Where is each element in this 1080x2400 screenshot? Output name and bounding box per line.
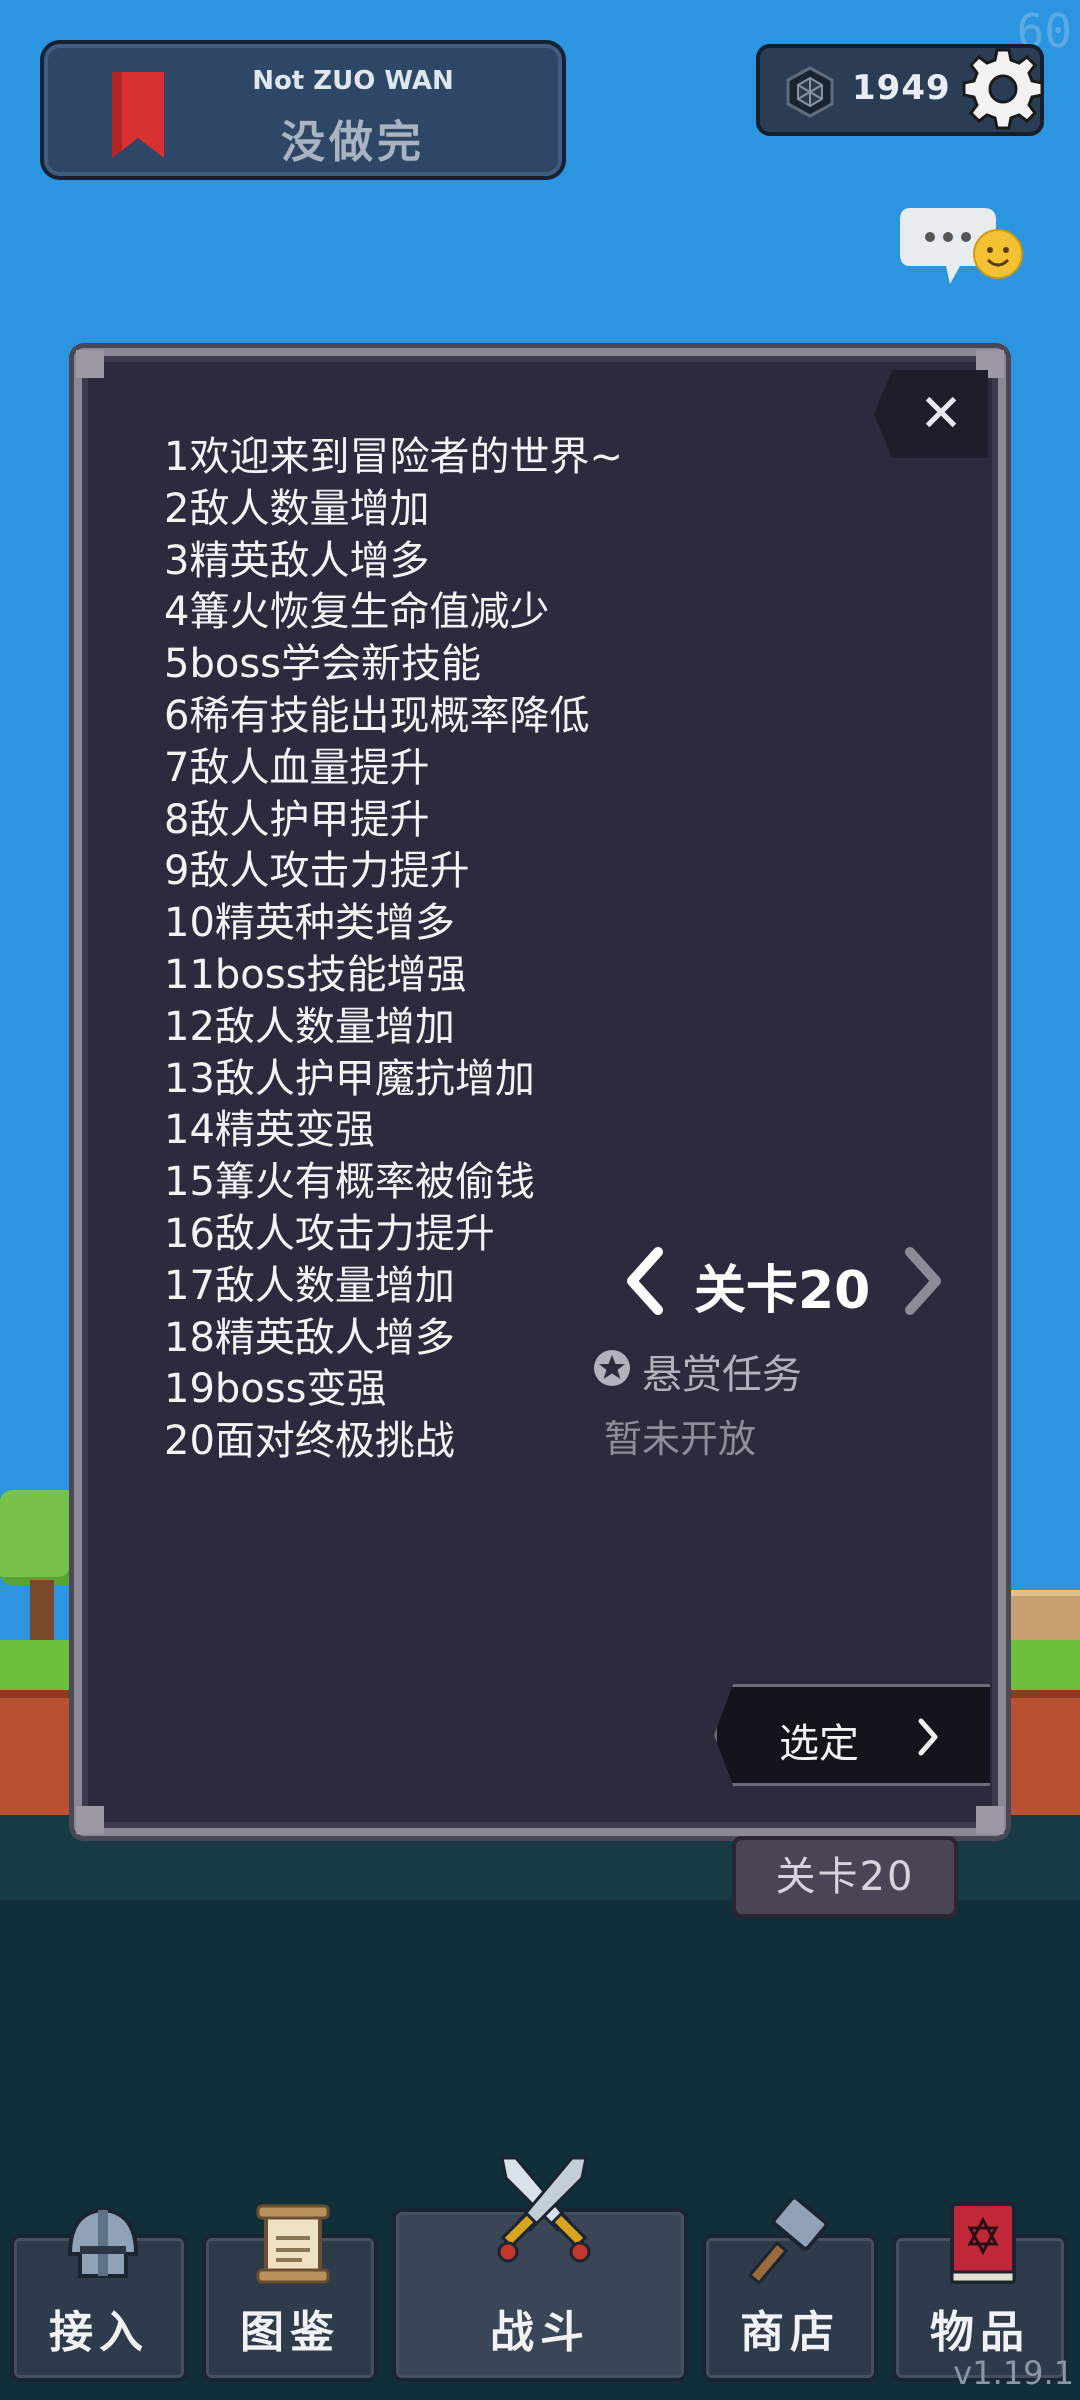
spellbook-icon <box>950 2202 1016 2284</box>
star-badge-icon <box>594 1350 630 1386</box>
rule-item: 15篝火有概率被偷钱 <box>164 1159 535 1206</box>
rule-item: 5boss学会新技能 <box>164 641 481 688</box>
rule-item: 13敌人护甲魔抗增加 <box>164 1055 535 1102</box>
helmet-icon <box>67 2207 139 2278</box>
bounty-task-label: 悬赏任务 <box>642 1352 802 1398</box>
rule-item: 2敌人数量增加 <box>164 485 430 532</box>
rule-item: 1欢迎来到冒险者的世界~ <box>164 434 623 480</box>
level-title: 关卡20 <box>694 1261 871 1321</box>
nav-item-battle[interactable]: 战斗 <box>392 2156 688 2382</box>
gem-icon <box>786 66 834 118</box>
save-slot-title: 没做完 <box>281 117 425 168</box>
panel-corner <box>76 1806 104 1834</box>
rule-item: 16敌人攻击力提升 <box>164 1210 495 1257</box>
bottom-navigation: 接入 图鉴 战斗 商店 物品 <box>0 2156 1080 2400</box>
bounty-task-row: 悬赏任务 <box>592 1340 892 1398</box>
chat-bubble-icon[interactable] <box>900 200 1024 300</box>
save-slot-subtitle: Not ZUO WAN <box>252 66 454 96</box>
panel-corner <box>976 1806 1004 1834</box>
level-selector: 关卡20 <box>620 1240 950 1321</box>
difficulty-rules-list: 1欢迎来到冒险者的世界~ 2敌人数量增加 3精英敌人增多 4篝火恢复生命值减少 … <box>164 432 684 1468</box>
chevron-right-icon[interactable] <box>898 1246 948 1316</box>
rule-item: 4篝火恢复生命值减少 <box>164 589 550 636</box>
nav-item-shop[interactable]: 商店 <box>702 2198 878 2382</box>
version-label: v1.19.1 <box>953 2354 1074 2392</box>
gear-icon[interactable] <box>960 44 1046 130</box>
rule-item: 9敌人攻击力提升 <box>164 848 470 895</box>
rule-item: 6稀有技能出现概率降低 <box>164 692 590 739</box>
current-level-tag: 关卡20 <box>732 1836 958 1918</box>
rule-item: 12敌人数量增加 <box>164 1003 455 1050</box>
nav-label: 战斗 <box>490 2307 590 2358</box>
nav-label: 物品 <box>930 2307 1030 2358</box>
chevron-right-icon <box>918 1718 938 1756</box>
chevron-left-icon[interactable] <box>620 1246 670 1316</box>
nav-label: 图鉴 <box>240 2307 340 2358</box>
rule-item: 7敌人血量提升 <box>164 744 430 791</box>
hammer-icon <box>748 2198 829 2286</box>
bounty-task-status: 暂未开放 <box>604 1417 757 1461</box>
currency-value: 1949 <box>852 68 951 108</box>
rule-item: 10精英种类增多 <box>164 900 455 947</box>
nav-label: 接入 <box>49 2307 149 2358</box>
select-level-button[interactable]: 选定 <box>714 1684 990 1786</box>
rule-item: 8敌人护甲提升 <box>164 796 430 843</box>
panel-corner <box>76 350 104 378</box>
select-button-label: 选定 <box>779 1721 859 1767</box>
rule-item: 14精英变强 <box>164 1107 375 1154</box>
rule-item: 11boss技能增强 <box>164 951 467 998</box>
nav-item-join[interactable]: 接入 <box>10 2207 188 2382</box>
scroll-icon <box>256 2204 330 2284</box>
save-slot-banner[interactable]: Not ZUO WAN 没做完 <box>40 40 566 180</box>
rule-item: 3精英敌人增多 <box>164 537 430 584</box>
rule-item: 17敌人数量增加 <box>164 1262 455 1309</box>
crossed-swords-icon <box>497 2156 591 2263</box>
close-icon: ✕ <box>919 384 963 444</box>
tree-decoration <box>0 1490 80 1640</box>
close-button[interactable]: ✕ <box>874 370 988 458</box>
nav-label: 商店 <box>740 2307 840 2358</box>
nav-item-codex[interactable]: 图鉴 <box>202 2204 378 2382</box>
